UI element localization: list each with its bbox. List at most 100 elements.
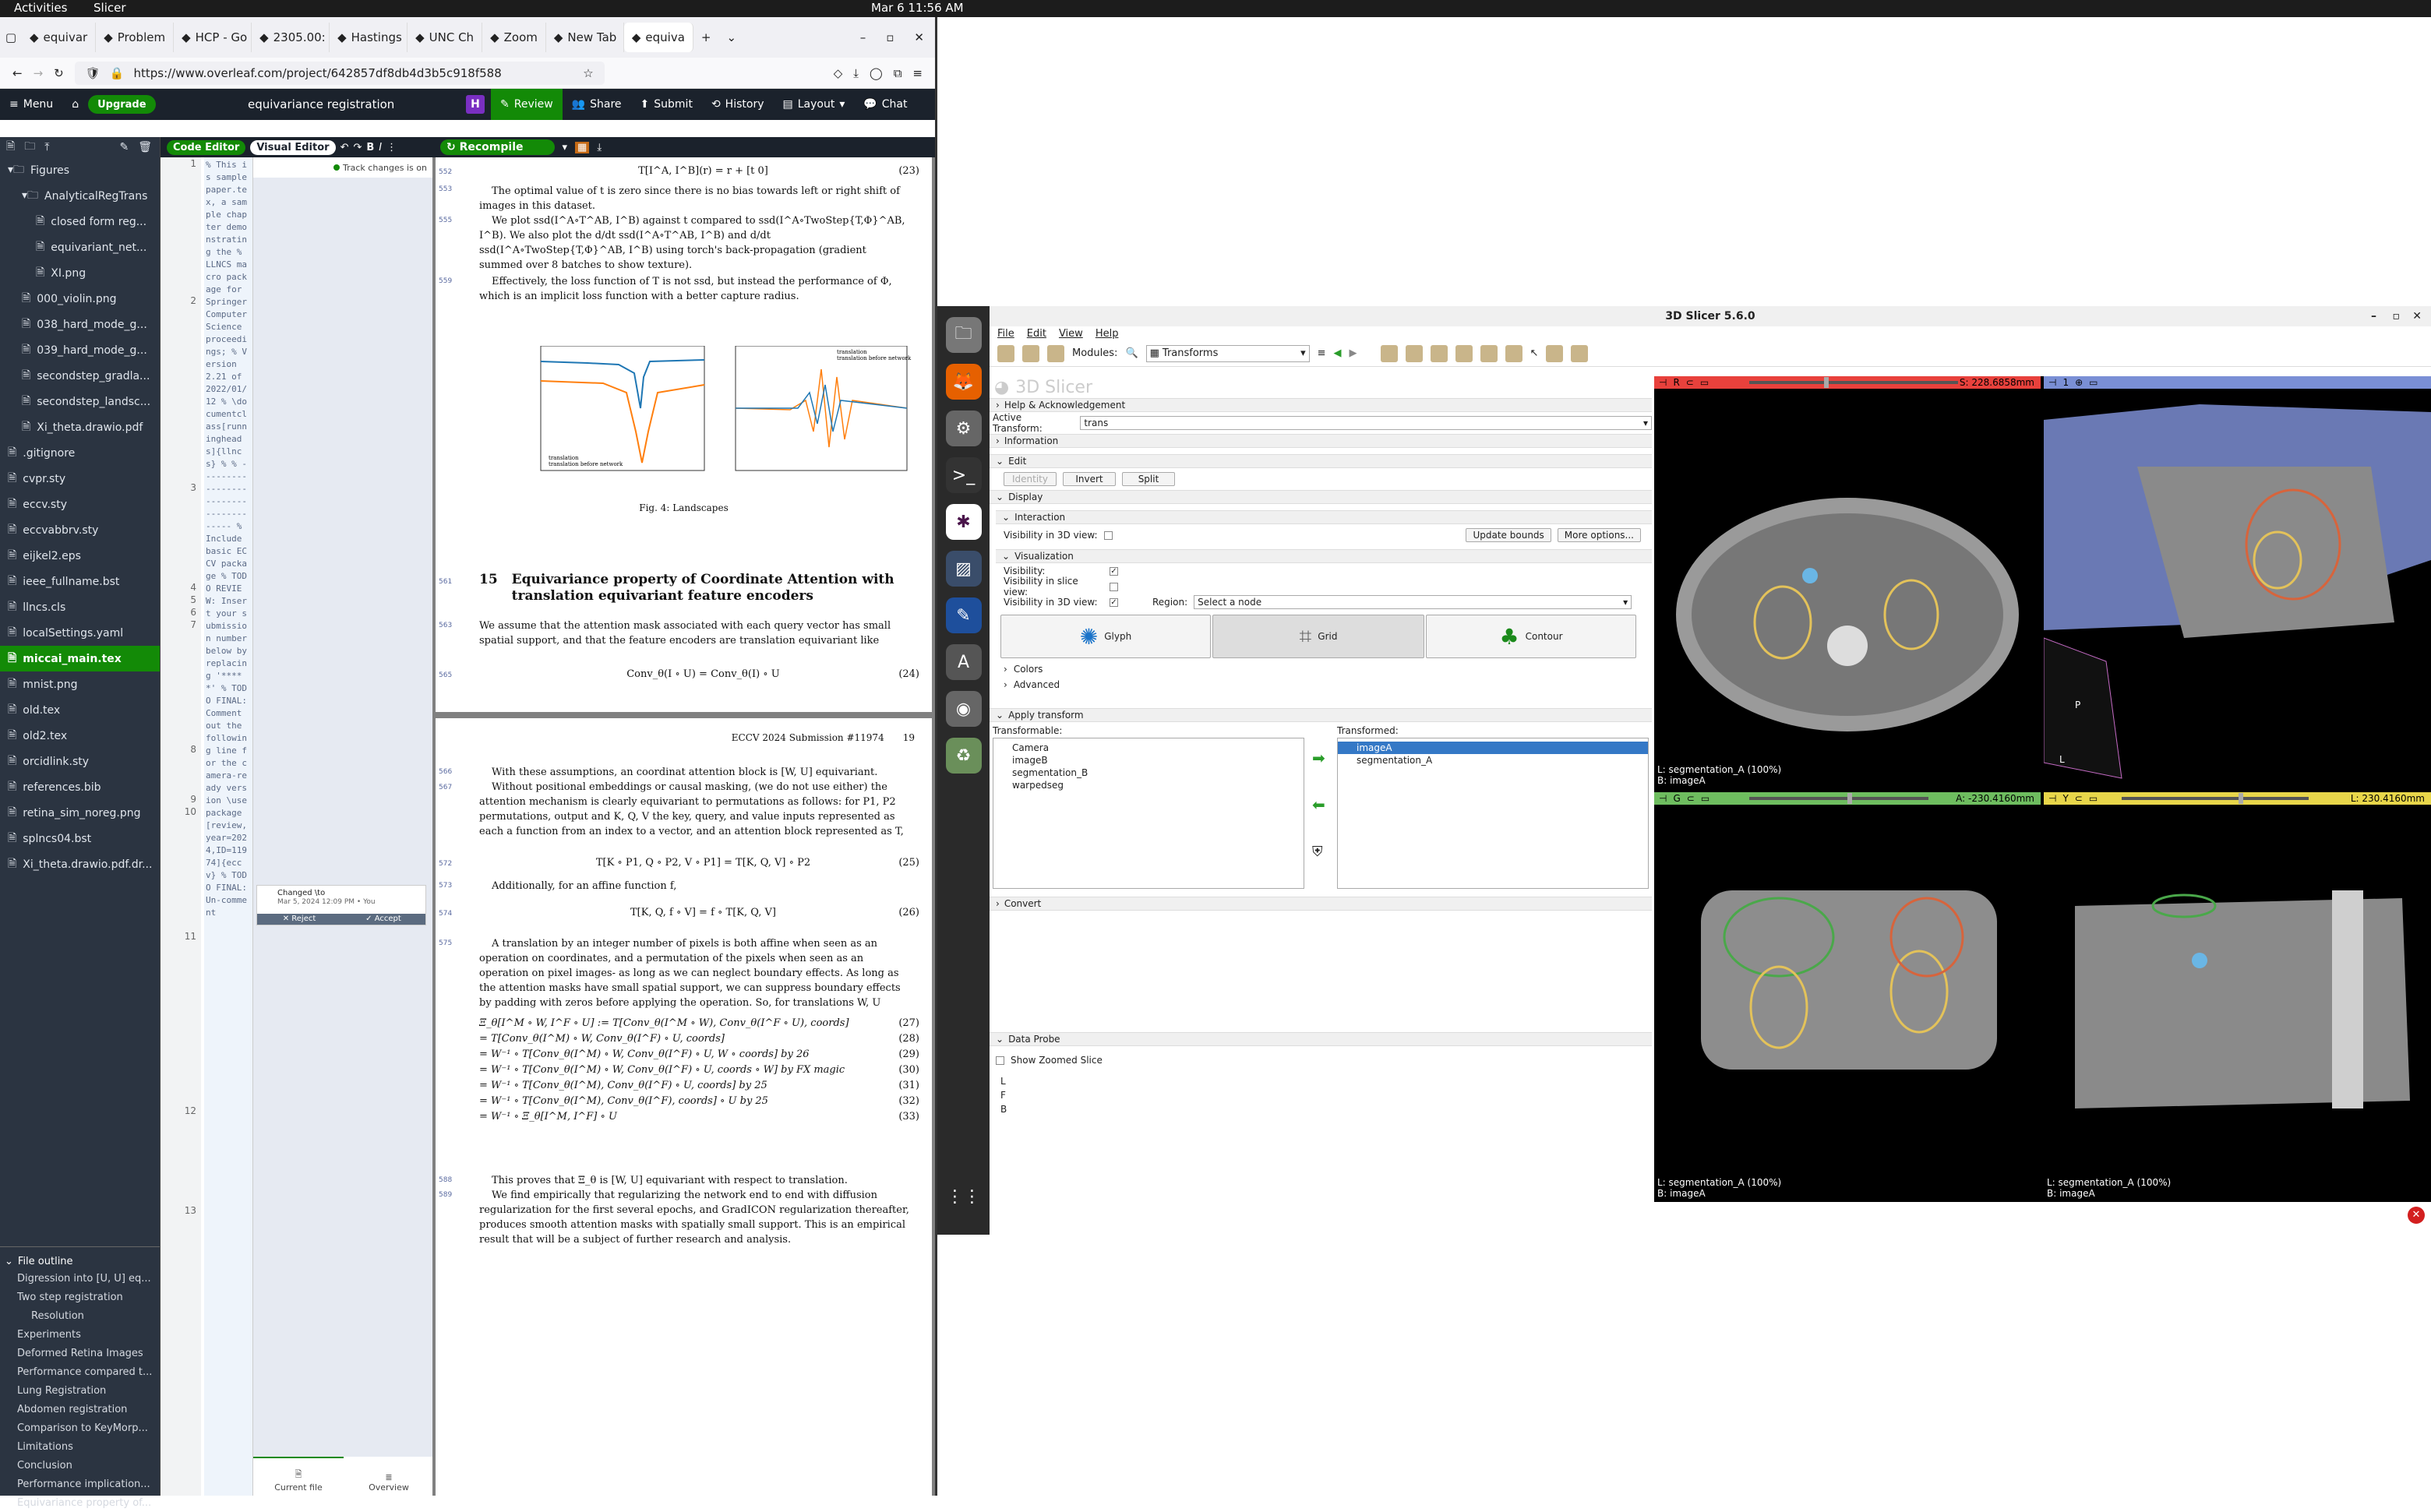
crosshair-icon[interactable] [1546, 344, 1564, 362]
slicer-icon[interactable]: ▨ [945, 551, 982, 587]
slice-offset-slider[interactable] [1749, 377, 1958, 388]
data-module-icon[interactable] [1380, 344, 1398, 362]
link-icon[interactable]: ⊂ [1687, 793, 1695, 804]
outline-item[interactable]: Resolution [0, 1306, 160, 1325]
extensions-icon[interactable]: ⧉ [894, 66, 902, 80]
forward-icon[interactable]: → [34, 66, 44, 80]
maximize-view-icon[interactable]: ▭ [1700, 377, 1709, 388]
more-options-button[interactable]: More options... [1557, 528, 1641, 542]
project-title[interactable]: equivariance registration [248, 97, 394, 111]
code-text[interactable]: % This is samplepaper.tex, a sample chap… [204, 157, 252, 1496]
slice-offset-slider[interactable] [2122, 793, 2309, 804]
active-transform-select[interactable]: trans ▾ [1080, 416, 1652, 430]
file-item[interactable]: 🗎 000_violin.png [0, 286, 160, 312]
file-item[interactable]: 🗎 localSettings.yaml [0, 620, 160, 646]
file-item[interactable]: 🗎 miccai_main.tex [0, 646, 160, 671]
file-item[interactable]: 🗎 039_hard_mode_g... [0, 337, 160, 363]
update-bounds-button[interactable]: Update bounds [1466, 528, 1551, 542]
outline-item[interactable]: Abdomen registration [0, 1400, 160, 1419]
information-section[interactable]: › Information [990, 434, 1652, 448]
module-selector[interactable]: ▦ Transforms ▾ [1145, 344, 1310, 362]
folder-item[interactable]: ▾🗀 AnalyticalRegTrans [0, 183, 160, 209]
menu-file[interactable]: File [997, 328, 1014, 340]
pin-icon[interactable]: ⊣ [1659, 377, 1667, 388]
layout-button[interactable]: ▤ Layout ▾ [773, 89, 854, 120]
region-select[interactable]: Select a node ▾ [1194, 595, 1632, 609]
file-item[interactable]: 🗎 mnist.png [0, 671, 160, 697]
file-item[interactable]: 🗎 eccvabbrv.sty [0, 517, 160, 543]
activities-button[interactable]: Activities [14, 1, 67, 15]
file-item[interactable]: 🗎 orcidlink.sty [0, 749, 160, 774]
transformable-item[interactable]: segmentation_B [1012, 767, 1304, 779]
file-item[interactable]: 🗎 secondstep_landsc... [0, 389, 160, 414]
browser-tab[interactable]: ◆ Hastings [330, 23, 408, 52]
minimize-icon[interactable]: – [860, 30, 866, 44]
recompile-button[interactable]: ↻ Recompile [440, 139, 555, 155]
settings-icon[interactable]: ⚙ [945, 411, 982, 446]
error-log-icon[interactable]: ✕ [2408, 1207, 2425, 1224]
menu-view[interactable]: View [1059, 328, 1083, 340]
harden-icon[interactable]: ⛨ [1312, 844, 1323, 860]
undo-icon[interactable]: ↶ [340, 142, 349, 153]
file-item[interactable]: 🗎 old.tex [0, 697, 160, 723]
transformed-item[interactable]: imageA [1338, 742, 1648, 754]
transformable-list[interactable]: Camera imageB segmentation_B warpedseg [993, 738, 1304, 889]
outline-item[interactable]: Digression into [U, U] eq... [0, 1269, 160, 1288]
green-slice-view[interactable]: ⊣ G ⊂ ▭ A: -230.4160mm L: segmentation_A (1… [1654, 792, 2041, 1202]
history-button[interactable]: ⟲ History [702, 89, 774, 120]
software-icon[interactable]: A [945, 644, 982, 680]
close-icon[interactable]: ✕ [2412, 306, 2422, 326]
back-icon[interactable]: ← [12, 66, 23, 80]
menu-button[interactable]: ≡ Menu [0, 89, 62, 120]
markups-icon[interactable] [1455, 344, 1473, 362]
outline-item[interactable]: Comparison to KeyMorp... [0, 1419, 160, 1437]
outline-item[interactable]: Performance implication... [0, 1475, 160, 1493]
maximize-icon[interactable]: ▫ [2393, 306, 2401, 326]
clock[interactable]: Mar 6 11:56 AM [871, 1, 964, 15]
menu-icon[interactable]: ≡ [912, 66, 923, 80]
reload-icon[interactable]: ↻ [54, 66, 64, 80]
transformed-item[interactable]: segmentation_A [1338, 754, 1648, 767]
home-icon[interactable]: ⌂ [62, 89, 88, 120]
visual-editor-toggle[interactable]: Visual Editor [250, 139, 336, 155]
file-item[interactable]: 🗎 Xi_theta.drawio.pdf [0, 414, 160, 440]
outline-header[interactable]: ⌄ File outline [0, 1253, 160, 1269]
pointer-icon[interactable]: ↖ [1530, 347, 1539, 359]
transform-left-icon[interactable]: ⬅ [1312, 795, 1325, 814]
outline-item[interactable]: Two step registration [0, 1288, 160, 1306]
chat-button[interactable]: 💬 Chat [854, 89, 916, 120]
models-icon[interactable] [1430, 344, 1448, 362]
slack-icon[interactable]: ✱ [945, 504, 982, 540]
share-button[interactable]: 👥 Share [563, 89, 631, 120]
file-item[interactable]: 🗎 .gitignore [0, 440, 160, 466]
bold-icon[interactable]: B [366, 142, 374, 153]
segment-editor-icon[interactable] [1480, 344, 1498, 362]
trash-icon[interactable]: ♻ [945, 738, 982, 774]
maximize-view-icon[interactable]: ▭ [2089, 377, 2098, 388]
load-data-icon[interactable] [997, 344, 1014, 362]
user-avatar[interactable]: H [466, 95, 485, 114]
yellow-slice-view[interactable]: ⊣ Y ⊂ ▭ L: 230.4160mm L: segmentation_A (10… [2044, 792, 2431, 1202]
menu-help[interactable]: Help [1096, 328, 1119, 340]
tab-overflow-icon[interactable]: ⌄ [718, 30, 744, 44]
file-item[interactable]: 🗎 ieee_fullname.bst [0, 569, 160, 594]
contour-button[interactable]: ♣ Contour [1426, 615, 1636, 658]
help-section[interactable]: › Help & Acknowledgement [990, 398, 1652, 412]
3d-view[interactable]: ⊣ 1 ⊕ ▭ P L [2044, 376, 2431, 789]
back-icon[interactable]: ◀ [1334, 347, 1342, 359]
file-item[interactable]: 🗎 retina_sim_noreg.png [0, 800, 160, 826]
vis3d-checkbox[interactable]: ✓ [1110, 597, 1118, 607]
interaction-section[interactable]: ⌄ Interaction [996, 510, 1652, 524]
review-button[interactable]: ✎ Review [491, 89, 563, 120]
transform-right-icon[interactable]: ➡ [1312, 749, 1325, 767]
load-dicom-icon[interactable] [1022, 344, 1039, 362]
bookmark-star-icon[interactable]: ☆ [583, 66, 593, 80]
file-item[interactable]: 🗎 XI.png [0, 260, 160, 286]
account-icon[interactable]: ◯ [870, 66, 883, 80]
outline-item[interactable]: Equivariance property of... [0, 1493, 160, 1512]
file-item[interactable]: 🗎 llncs.cls [0, 594, 160, 620]
text-editor-icon[interactable]: ✎ [945, 597, 982, 633]
more-icon[interactable]: ⋮ [386, 142, 397, 153]
pin-icon[interactable]: ⊣ [1659, 793, 1667, 804]
grid-button[interactable]: ⌗ Grid [1212, 615, 1424, 658]
